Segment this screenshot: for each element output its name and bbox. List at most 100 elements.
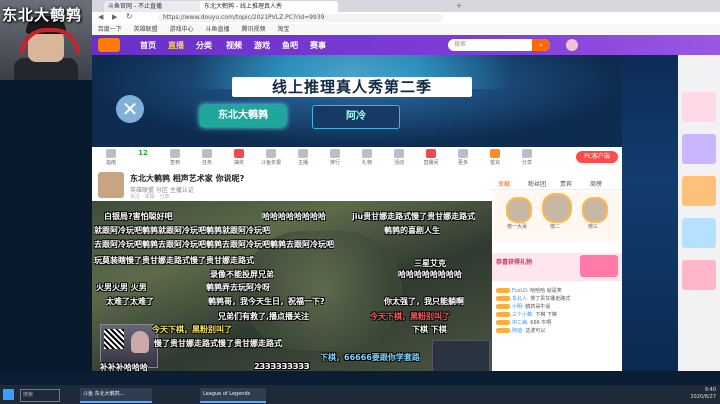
windows-start-icon[interactable] — [3, 389, 14, 400]
danmaku-comment: 火男火男 火男 — [96, 283, 147, 292]
danmaku-comment: 去跟阿冷玩吧鹌鹑去跟阿冷玩吧鹌鹑去跟阿冷玩吧鹌鹑去跟阿冷玩吧 — [94, 240, 334, 249]
toolbar-item[interactable]: 主播 — [288, 149, 318, 166]
bookmark[interactable]: 百度一下 — [98, 26, 122, 33]
bookmark[interactable]: 游戏中心 — [170, 26, 194, 33]
danmaku-comment: 白银局?害怕聪好吧 — [104, 212, 173, 221]
toolbar-item[interactable]: 指南 — [96, 149, 126, 166]
pc-client-button[interactable]: PC客户端 — [576, 151, 618, 163]
banner-title: 线上推理真人秀第二季 — [232, 77, 472, 97]
rank-label: 榜二 — [549, 224, 560, 230]
danmaku-comment: 今天下棋，黑粉别叫了 — [152, 325, 232, 334]
toolbar-item[interactable]: 更多 — [448, 149, 478, 166]
chat-username[interactable]: 三个小菜: — [512, 312, 534, 318]
search-icon[interactable]: ⌕ — [532, 39, 550, 51]
chat-message[interactable]: 三个小菜: 下棋 下棋 — [496, 311, 618, 319]
rank-label: 榜一大哥 — [506, 224, 527, 230]
event-banner: ✕ 线上推理真人秀第二季 东北大鹌鹑 阿冷 — [92, 55, 622, 147]
browser-tab[interactable]: 斗鱼官网 - 不止直播 — [104, 1, 204, 12]
taskbar-search[interactable]: 搜索 — [20, 389, 60, 402]
rank-avatar[interactable] — [582, 197, 608, 223]
danmaku-comment: 鹌鹑的喜剧人生 — [384, 226, 440, 235]
streamer-avatar[interactable] — [98, 172, 124, 198]
forward-icon[interactable]: ▶ — [112, 13, 117, 21]
streamer-watermark: 东北大鹌鹑 — [2, 6, 83, 24]
nav-live[interactable]: 直播 — [168, 40, 184, 51]
toolbar-item[interactable]: 首充 — [480, 149, 510, 166]
url-input[interactable]: https://www.douyu.com/topic/2021PVLZ.PC?… — [158, 14, 443, 22]
taskbar-app[interactable]: League of Legends — [200, 388, 266, 403]
side-ad-card[interactable] — [682, 218, 716, 248]
chat-message[interactable]: FuzLO: 哈哈哈 就是笑 — [496, 287, 618, 295]
room-toolbar: 指南 12 签到 任务 抽奖 斗鱼年报 主播 排行 礼物 活动 直播间 更多 首… — [92, 147, 622, 170]
room-title: 东北大鹌鹑 相声艺术家 你说呢? — [130, 174, 245, 183]
site-search-input[interactable]: 搜索 ⌕ — [448, 39, 550, 51]
user-avatar[interactable] — [566, 39, 578, 51]
new-tab-icon[interactable]: ＋ — [452, 1, 540, 12]
side-ad-card[interactable] — [682, 176, 716, 206]
side-ad-card[interactable] — [682, 134, 716, 164]
fan-badge-icon — [496, 296, 510, 301]
bookmark[interactable]: 腾讯视频 — [241, 26, 265, 33]
chat-username[interactable]: 小明: — [512, 304, 524, 310]
chat-message[interactable]: 阿迪: 这波可以 — [496, 327, 618, 335]
danmaku-comment: 慢了贵甘娜走路式慢了贵甘娜走路式 — [154, 339, 282, 348]
taskbar-app[interactable]: 斗鱼 东北大鹌鹑... — [80, 388, 152, 403]
browser-tab-active[interactable]: 东北大鹌鹑 - 线上推理真人秀 — [200, 1, 338, 12]
taskbar-clock[interactable]: 9:40 2020/8/27 — [690, 387, 716, 401]
side-ad-card[interactable] — [682, 260, 716, 290]
nav-fishbar[interactable]: 鱼吧 — [282, 40, 298, 51]
toolbar-item[interactable]: 礼物 — [352, 149, 382, 166]
toolbar-item[interactable]: 签到 — [160, 149, 190, 166]
fan-badge-icon — [496, 328, 510, 333]
chat-text: 下棋 下棋 — [533, 312, 557, 318]
bookmark[interactable]: 斗鱼直播 — [206, 26, 230, 33]
toolbar-item[interactable]: 抽奖 — [224, 149, 254, 166]
toolbar-item[interactable]: 任务 — [192, 149, 222, 166]
nav-game[interactable]: 游戏 — [254, 40, 270, 51]
danmaku-comment: 就跟阿冷玩吧鹌鹑就跟阿冷玩吧鹌鹑就跟阿冷玩吧 — [94, 226, 270, 235]
toolbar-item[interactable]: 活动 — [384, 149, 414, 166]
room-meta-actions[interactable]: 关注 · 举报 · 分享 — [130, 193, 170, 200]
side-ad-card[interactable] — [682, 92, 716, 122]
nav-category[interactable]: 分类 — [196, 40, 212, 51]
gift-text: 恭喜获得礼物 — [496, 259, 533, 266]
toolbar-item[interactable]: 12 — [128, 149, 158, 157]
danmaku-comment: 哈哈哈哈哈哈哈哈 — [398, 270, 462, 279]
panel-tab[interactable]: 粉丝团 — [528, 179, 546, 188]
danmaku-comment: 录像不能投屏兄弟 — [210, 270, 274, 279]
chat-username[interactable]: 阿迪: — [512, 328, 524, 334]
chat-username[interactable]: 东北人: — [512, 296, 529, 302]
panel-tab[interactable]: 贡献 — [498, 179, 510, 188]
danmaku-comment: 补补补哈哈哈 — [100, 363, 148, 372]
chat-text: 666 牛啊 — [528, 320, 552, 326]
chat-message[interactable]: 东北人: 慢了贵甘娜走路式 — [496, 295, 618, 303]
danmaku-comment: 鹌鹑弄去玩阿冷呀 — [206, 283, 270, 292]
toolbar-item[interactable]: 直播间 — [416, 149, 446, 166]
vote-button-right[interactable]: 阿冷 — [312, 105, 400, 129]
nav-events[interactable]: 赛事 — [310, 40, 326, 51]
back-icon[interactable]: ◀ — [98, 13, 103, 21]
game-minimap — [432, 340, 490, 372]
fan-badge-icon — [496, 320, 510, 325]
bookmark[interactable]: 英雄联盟 — [134, 26, 158, 33]
gift-banner: 恭喜获得礼物 — [492, 253, 622, 281]
chat-username[interactable]: FuzLO: — [512, 288, 529, 294]
chat-message[interactable]: 小明: 鹌鹑哥牛逼 — [496, 303, 618, 311]
nav-home[interactable]: 首页 — [140, 40, 156, 51]
chat-text: 这波可以 — [523, 328, 546, 334]
page-bottom — [0, 371, 720, 385]
vote-button-left[interactable]: 东北大鹌鹑 — [200, 105, 286, 127]
nav-video[interactable]: 视频 — [226, 40, 242, 51]
douyu-logo-icon[interactable] — [98, 38, 120, 52]
chat-message[interactable]: 中二病: 666 牛啊 — [496, 319, 618, 327]
toolbar-item[interactable]: 斗鱼年报 — [256, 149, 286, 166]
chat-username[interactable]: 中二病: — [512, 320, 529, 326]
reload-icon[interactable]: ↻ — [126, 12, 133, 21]
rank-avatar[interactable] — [506, 197, 532, 223]
rank-avatar[interactable] — [542, 193, 572, 223]
panel-tab[interactable]: 贵宾 — [560, 179, 572, 188]
panel-tab[interactable]: 周榜 — [590, 179, 602, 188]
bookmark[interactable]: 淘宝 — [277, 26, 289, 33]
toolbar-item[interactable]: 排行 — [320, 149, 350, 166]
toolbar-item[interactable]: 分享 — [512, 149, 542, 166]
